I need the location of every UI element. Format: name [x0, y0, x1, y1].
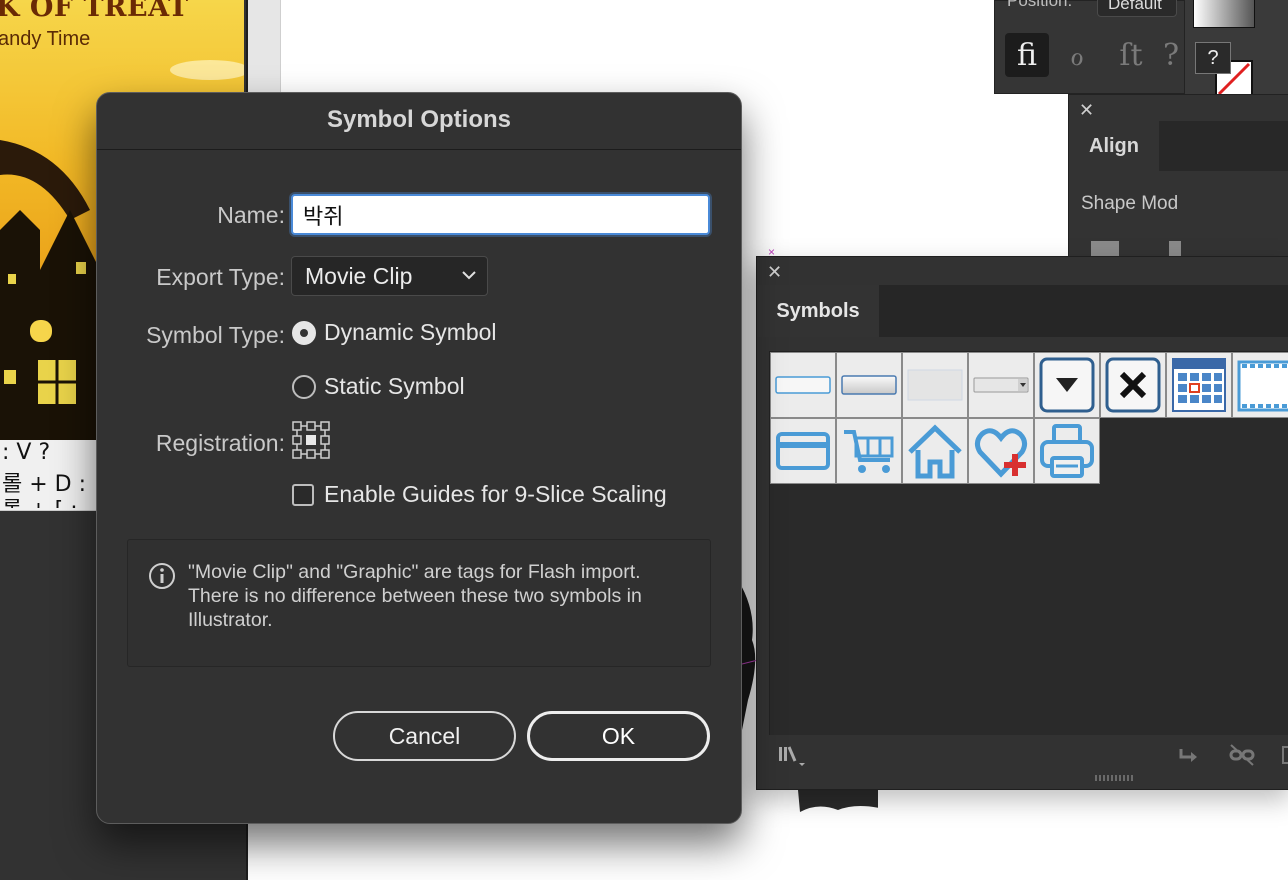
cancel-button[interactable]: Cancel: [333, 711, 516, 761]
dropdown-small-icon[interactable]: [968, 352, 1034, 418]
position-label: Position:: [1007, 0, 1073, 10]
calendar-icon[interactable]: [1166, 352, 1232, 418]
button-light-icon[interactable]: [902, 352, 968, 418]
export-type-label: Export Type:: [156, 264, 285, 290]
stylistic-alt-button[interactable]: ſt: [1109, 33, 1153, 77]
info-text: "Movie Clip" and "Graphic" are tags for …: [188, 561, 642, 631]
note-line-1: : V ?: [2, 440, 51, 465]
symbol-libraries-icon[interactable]: [777, 743, 809, 767]
radio-dynamic-label: Dynamic Symbol: [324, 319, 497, 345]
button-blank-icon[interactable]: [770, 352, 836, 418]
registration-label: Registration:: [155, 430, 285, 456]
printer-icon[interactable]: [1034, 418, 1100, 484]
symbols-library: [769, 351, 1288, 737]
tab-symbols[interactable]: Symbols: [757, 285, 879, 337]
home-icon[interactable]: [902, 418, 968, 484]
nine-slice-option[interactable]: Enable Guides for 9-Slice Scaling: [292, 481, 667, 508]
break-link-icon[interactable]: [1227, 743, 1257, 767]
heart-plus-icon[interactable]: [968, 418, 1034, 484]
radio-static-button[interactable]: [292, 374, 316, 399]
button-gray-icon[interactable]: [836, 352, 902, 418]
shopping-cart-icon[interactable]: [836, 418, 902, 484]
radio-static-symbol[interactable]: Static Symbol: [292, 373, 465, 400]
export-type-value: Movie Clip: [305, 263, 413, 289]
shape-modes-label: Shape Mod: [1081, 193, 1179, 214]
registration-point-grid[interactable]: [291, 420, 331, 460]
ok-button[interactable]: OK: [527, 711, 710, 761]
name-input[interactable]: [291, 194, 710, 235]
symbol-type-label: Symbol Type:: [146, 322, 285, 348]
align-panel: ✕ Align Shape Mod: [1068, 94, 1288, 261]
export-type-select[interactable]: Movie Clip: [291, 256, 488, 296]
credit-card-icon[interactable]: [770, 418, 836, 484]
artboard-edge: [248, 0, 281, 100]
chevron-down-icon: [462, 271, 476, 280]
unknown-fill-swatch[interactable]: ?: [1195, 42, 1231, 74]
symbol-options-dialog: Symbol Options Name: Export Type: Movie …: [96, 92, 742, 824]
align-close-icon[interactable]: ✕: [1079, 101, 1094, 119]
radio-dynamic-button[interactable]: [292, 320, 316, 345]
note-line-3: 롤 + [ :: [2, 492, 78, 508]
swash-button[interactable]: ℴ: [1055, 33, 1099, 77]
info-box: "Movie Clip" and "Graphic" are tags for …: [127, 539, 711, 667]
radio-dynamic-symbol[interactable]: Dynamic Symbol: [292, 319, 497, 346]
symbols-panel: ✕ Symbols: [756, 256, 1288, 790]
position-select[interactable]: Default: [1097, 0, 1177, 17]
film-strip-icon[interactable]: [1232, 352, 1288, 418]
name-label: Name:: [217, 202, 285, 228]
dropdown-arrow-icon[interactable]: [1034, 352, 1100, 418]
character-panel: Position: Default ﬁ ℴ ſt ?: [994, 0, 1186, 94]
nine-slice-label: Enable Guides for 9-Slice Scaling: [324, 481, 667, 507]
ligature-button[interactable]: ﬁ: [1005, 33, 1049, 77]
dialog-title: Symbol Options: [97, 93, 741, 150]
align-tabbar: Align: [1069, 121, 1288, 171]
symbols-tabbar: Symbols: [757, 285, 1288, 337]
close-x-icon[interactable]: [1100, 352, 1166, 418]
panel-resize-grip[interactable]: [1095, 775, 1135, 781]
nine-slice-checkbox[interactable]: [292, 483, 314, 506]
symbols-grid: [770, 352, 1288, 484]
symbol-options-icon[interactable]: [1279, 743, 1288, 767]
contextual-alt-button[interactable]: ?: [1159, 33, 1183, 77]
gradient-swatch[interactable]: [1193, 0, 1255, 28]
place-symbol-icon[interactable]: [1177, 743, 1201, 767]
info-icon: [149, 563, 175, 589]
tab-align[interactable]: Align: [1069, 121, 1159, 171]
radio-static-label: Static Symbol: [324, 373, 465, 399]
symbols-close-icon[interactable]: ✕: [767, 263, 782, 281]
symbols-footer: [757, 735, 1288, 775]
